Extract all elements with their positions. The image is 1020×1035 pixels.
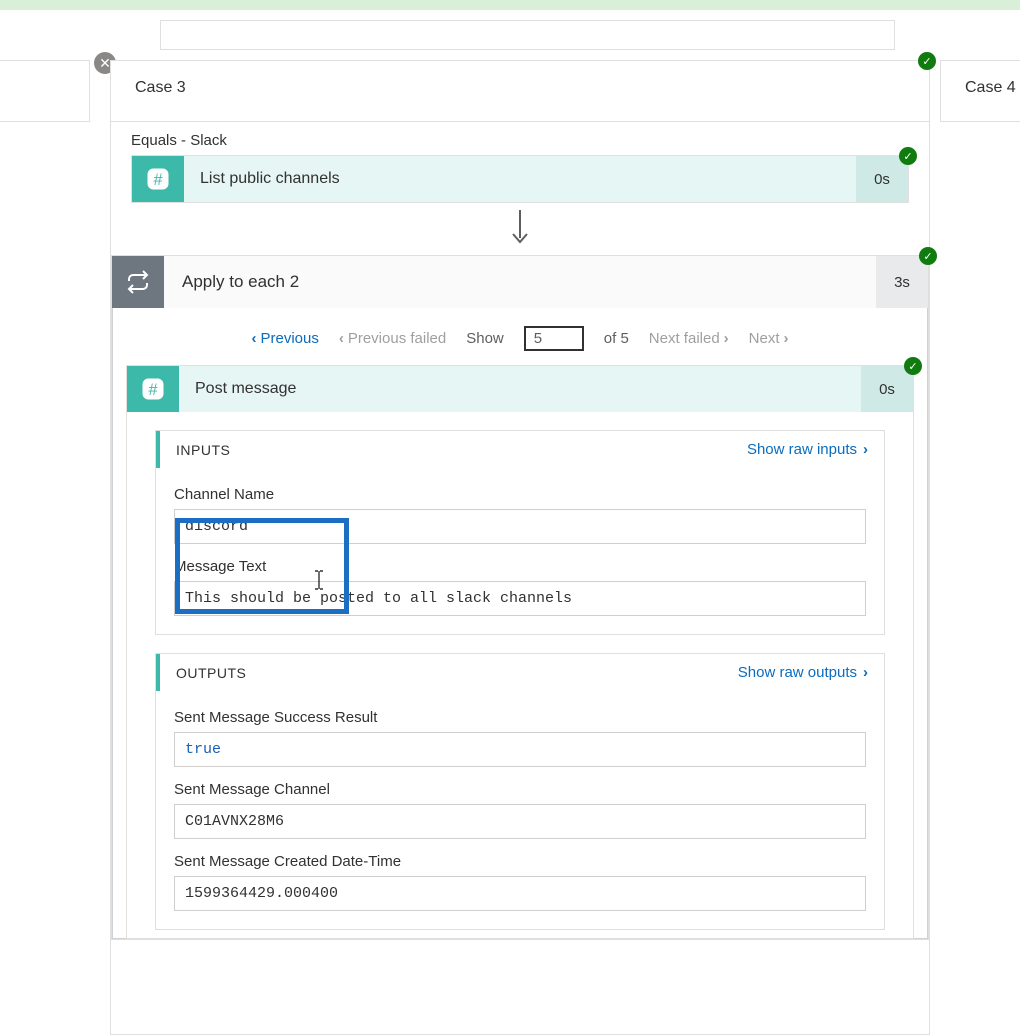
field-label-message-text: Message Text (174, 558, 866, 575)
inputs-header: INPUTS (176, 442, 230, 458)
field-label-channel: Sent Message Channel (174, 781, 866, 798)
label: Next failed (649, 330, 720, 347)
slack-icon: # (127, 366, 179, 412)
apply-to-each-header[interactable]: Apply to each 2 3s (112, 256, 928, 308)
case-card-3[interactable]: Case 3 (110, 60, 930, 122)
case-card-4[interactable]: Case 4 (940, 60, 1020, 122)
slack-icon: # (132, 156, 184, 202)
pager-next[interactable]: Next› (749, 330, 789, 347)
action-apply-to-each: Apply to each 2 3s ✓ ‹Previous ‹Previous… (111, 255, 929, 940)
condition-label: Equals - Slack (111, 122, 929, 155)
outputs-card: OUTPUTS Show raw outputs › Sent Message … (155, 653, 885, 930)
case-body: Equals - Slack # List public channels 0s… (110, 122, 930, 1035)
field-label-success-result: Sent Message Success Result (174, 709, 866, 726)
svg-text:#: # (153, 171, 162, 189)
action-title: List public channels (184, 156, 856, 202)
label: Show raw outputs (738, 664, 857, 681)
action-title: Post message (179, 366, 861, 412)
pager-current-input[interactable]: 5 (524, 326, 584, 351)
flow-arrow (111, 203, 929, 255)
check-icon: ✓ (904, 357, 922, 375)
field-label-created-datetime: Sent Message Created Date-Time (174, 853, 866, 870)
pager-previous-failed: ‹Previous failed (339, 330, 446, 347)
outputs-header: OUTPUTS (176, 665, 246, 681)
success-banner (0, 0, 1020, 10)
action-title: Apply to each 2 (164, 256, 876, 308)
action-post-message: # Post message 0s ✓ INPUTS Show raw inpu… (126, 365, 914, 939)
field-value-success-result[interactable]: true (174, 732, 866, 767)
show-label: Show (466, 330, 504, 347)
check-icon: ✓ (919, 247, 937, 265)
iteration-pager: ‹Previous ‹Previous failed Show 5 of 5 N… (112, 308, 928, 365)
action-duration: 0s (861, 366, 913, 412)
action-duration: 0s (856, 156, 908, 202)
of-total: of 5 (604, 330, 629, 347)
label: Next (749, 330, 780, 347)
show-raw-outputs[interactable]: Show raw outputs › (738, 664, 868, 681)
check-icon: ✓ (918, 52, 936, 70)
svg-text:#: # (148, 381, 157, 399)
field-value-message-text[interactable]: This should be posted to all slack chann… (174, 581, 866, 616)
action-list-public-channels[interactable]: # List public channels 0s ✓ (131, 155, 909, 203)
show-raw-inputs[interactable]: Show raw inputs › (747, 441, 868, 458)
case-card-prev (0, 60, 90, 122)
chevron-right-icon: › (863, 441, 868, 458)
label: Previous failed (348, 330, 446, 347)
label: Show raw inputs (747, 441, 857, 458)
field-value-channel-name[interactable]: discord (174, 509, 866, 544)
pager-previous[interactable]: ‹Previous (251, 330, 318, 347)
case-title: Case 3 (111, 61, 929, 115)
chevron-right-icon: › (863, 664, 868, 681)
loop-icon (112, 256, 164, 308)
label: Previous (260, 330, 318, 347)
check-icon: ✓ (899, 147, 917, 165)
case-title: Case 4 (941, 61, 1020, 115)
pager-next-failed: Next failed› (649, 330, 729, 347)
inputs-card: INPUTS Show raw inputs › Channel Name di… (155, 430, 885, 635)
prev-action-card (160, 20, 895, 50)
post-message-header[interactable]: # Post message 0s (127, 366, 913, 412)
action-duration: 3s (876, 256, 928, 308)
field-label-channel-name: Channel Name (174, 486, 866, 503)
field-value-created-datetime[interactable]: 1599364429.000400 (174, 876, 866, 911)
field-value-channel[interactable]: C01AVNX28M6 (174, 804, 866, 839)
